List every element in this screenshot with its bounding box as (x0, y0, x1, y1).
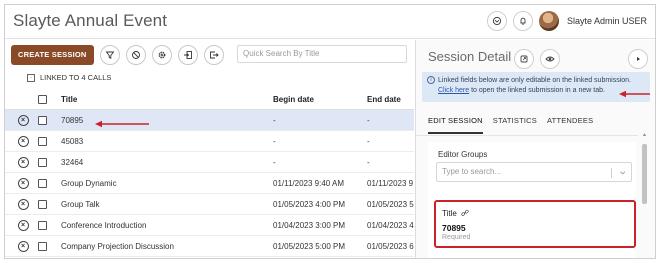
row-begin-date: 01/05/2023 5:00 PM (273, 241, 346, 251)
row-title: Group Talk (61, 199, 100, 209)
title-field-label: Title (442, 209, 457, 218)
open-external-icon[interactable] (514, 49, 534, 69)
chevron-down-icon[interactable] (611, 168, 625, 178)
row-begin-date: - (273, 157, 276, 167)
detail-tabs: EDIT SESSION STATISTICS ATTENDEES (428, 116, 593, 134)
table-row[interactable]: × 32464 - - (5, 152, 414, 173)
linked-calls[interactable]: · LINKED TO 4 CALLS (27, 73, 111, 82)
link-icon (461, 209, 469, 216)
row-begin-date: - (273, 115, 276, 125)
list-toolbar: CREATE SESSION (11, 44, 224, 66)
linked-notice: i Linked fields below are only editable … (422, 72, 650, 102)
row-checkbox[interactable] (38, 199, 47, 209)
top-icons: Slayte Admin USER (486, 11, 647, 31)
editor-groups-placeholder: Type to search... (442, 167, 502, 176)
row-begin-date: 01/11/2023 9:40 AM (273, 178, 345, 188)
row-title: Conference Introduction (61, 220, 147, 230)
column-end-date[interactable]: End date (367, 90, 415, 109)
row-end-date: 01/05/2023 5 (367, 199, 414, 209)
avatar[interactable] (538, 11, 559, 31)
row-checkbox[interactable] (38, 136, 47, 146)
remove-icon[interactable]: × (17, 198, 29, 210)
table-row[interactable]: × 45083 - - (5, 131, 414, 152)
annotation-arrow (619, 90, 650, 98)
session-list-panel: CREATE SESSION Quick Search By Title · L… (5, 40, 414, 258)
row-checkbox[interactable] (38, 241, 47, 251)
bell-icon[interactable] (512, 11, 533, 31)
row-begin-date: - (273, 136, 276, 146)
annotation-arrow (95, 120, 149, 128)
remove-icon[interactable]: × (17, 156, 29, 168)
scroll-up-icon[interactable]: ▲ (641, 132, 648, 138)
top-bar: Slayte Annual Event Slayte Admin USER (5, 5, 655, 39)
notice-rest: to open the linked submission in a new t… (469, 87, 605, 94)
table-row[interactable]: × 70895 - - (5, 110, 414, 131)
remove-icon[interactable]: × (17, 219, 29, 231)
edit-session-form: Editor Groups Type to search... Title 70… (428, 142, 636, 258)
export-icon[interactable] (203, 45, 224, 65)
block-icon[interactable] (125, 45, 146, 65)
row-begin-date: 01/04/2023 3:00 PM (273, 220, 346, 230)
tab-statistics[interactable]: STATISTICS (493, 116, 537, 134)
eye-icon[interactable] (540, 49, 560, 69)
row-checkbox[interactable] (38, 178, 47, 188)
session-detail-panel: Session Detail i Linked fields below are… (415, 40, 655, 258)
play-icon[interactable] (628, 49, 648, 69)
table-row[interactable]: × Company Projection Discussion 01/05/20… (5, 236, 414, 257)
row-end-date: - (367, 157, 370, 167)
row-end-date: 01/05/2023 6 (367, 241, 414, 251)
table-row[interactable]: × Conference Introduction 01/04/2023 3:0… (5, 215, 414, 236)
row-title: 70895 (61, 115, 84, 125)
app-title: Slayte Annual Event (13, 11, 168, 30)
help-icon[interactable] (486, 11, 507, 31)
row-end-date: 01/11/2023 9 (367, 178, 414, 188)
remove-icon[interactable]: × (17, 135, 29, 147)
scrollbar-thumb[interactable] (642, 144, 647, 204)
scrollbar[interactable]: ▲ (641, 132, 648, 258)
remove-icon[interactable]: × (17, 177, 29, 189)
title-field-value[interactable]: 70895 (442, 223, 466, 233)
tab-attendees[interactable]: ATTENDEES (547, 116, 593, 134)
quick-search-input[interactable]: Quick Search By Title (237, 45, 407, 63)
title-field[interactable]: Title 70895 Required (434, 200, 636, 248)
open-submission-link[interactable]: Click here (438, 87, 469, 94)
remove-icon[interactable]: × (17, 240, 29, 252)
row-checkbox[interactable] (38, 157, 47, 167)
user-name[interactable]: Slayte Admin USER (567, 16, 647, 26)
notice-line: Linked fields below are only editable on… (438, 77, 632, 84)
column-begin-date[interactable]: Begin date (273, 90, 358, 109)
row-end-date: - (367, 136, 370, 146)
create-session-button[interactable]: CREATE SESSION (11, 45, 94, 65)
row-checkbox[interactable] (38, 115, 47, 125)
info-icon: i (427, 76, 435, 84)
link-icon: · (27, 73, 35, 82)
row-begin-date: 01/05/2023 4:00 PM (273, 199, 346, 209)
tabs-divider (416, 135, 638, 136)
row-checkbox[interactable] (38, 220, 47, 230)
row-end-date: - (367, 115, 370, 125)
linked-calls-label: LINKED TO 4 CALLS (40, 73, 112, 82)
table-header: Title Begin date End date (5, 90, 414, 110)
detail-title: Session Detail (428, 49, 512, 64)
sessions-table: Title Begin date End date × 70895 - - × … (5, 90, 414, 257)
editor-groups-input[interactable]: Type to search... (436, 162, 632, 182)
table-row[interactable]: × Group Talk 01/05/2023 4:00 PM 01/05/20… (5, 194, 414, 215)
import-icon[interactable] (177, 45, 198, 65)
row-title: 45083 (61, 136, 84, 146)
title-field-hint: Required (442, 234, 471, 241)
row-title: Company Projection Discussion (61, 241, 174, 251)
row-title: Group Dynamic (61, 178, 117, 188)
tab-edit-session[interactable]: EDIT SESSION (428, 116, 483, 134)
gear-icon[interactable] (151, 45, 172, 65)
row-end-date: 01/04/2023 4 (367, 220, 414, 230)
app-window: Slayte Annual Event Slayte Admin USER CR… (4, 4, 656, 259)
row-title: 32464 (61, 157, 84, 167)
table-row[interactable]: × Group Dynamic 01/11/2023 9:40 AM 01/11… (5, 173, 414, 194)
column-title[interactable]: Title (61, 90, 261, 109)
remove-icon[interactable]: × (17, 114, 29, 126)
select-all-checkbox[interactable] (38, 95, 47, 104)
filter-icon[interactable] (99, 45, 120, 65)
editor-groups-label: Editor Groups (438, 150, 488, 159)
